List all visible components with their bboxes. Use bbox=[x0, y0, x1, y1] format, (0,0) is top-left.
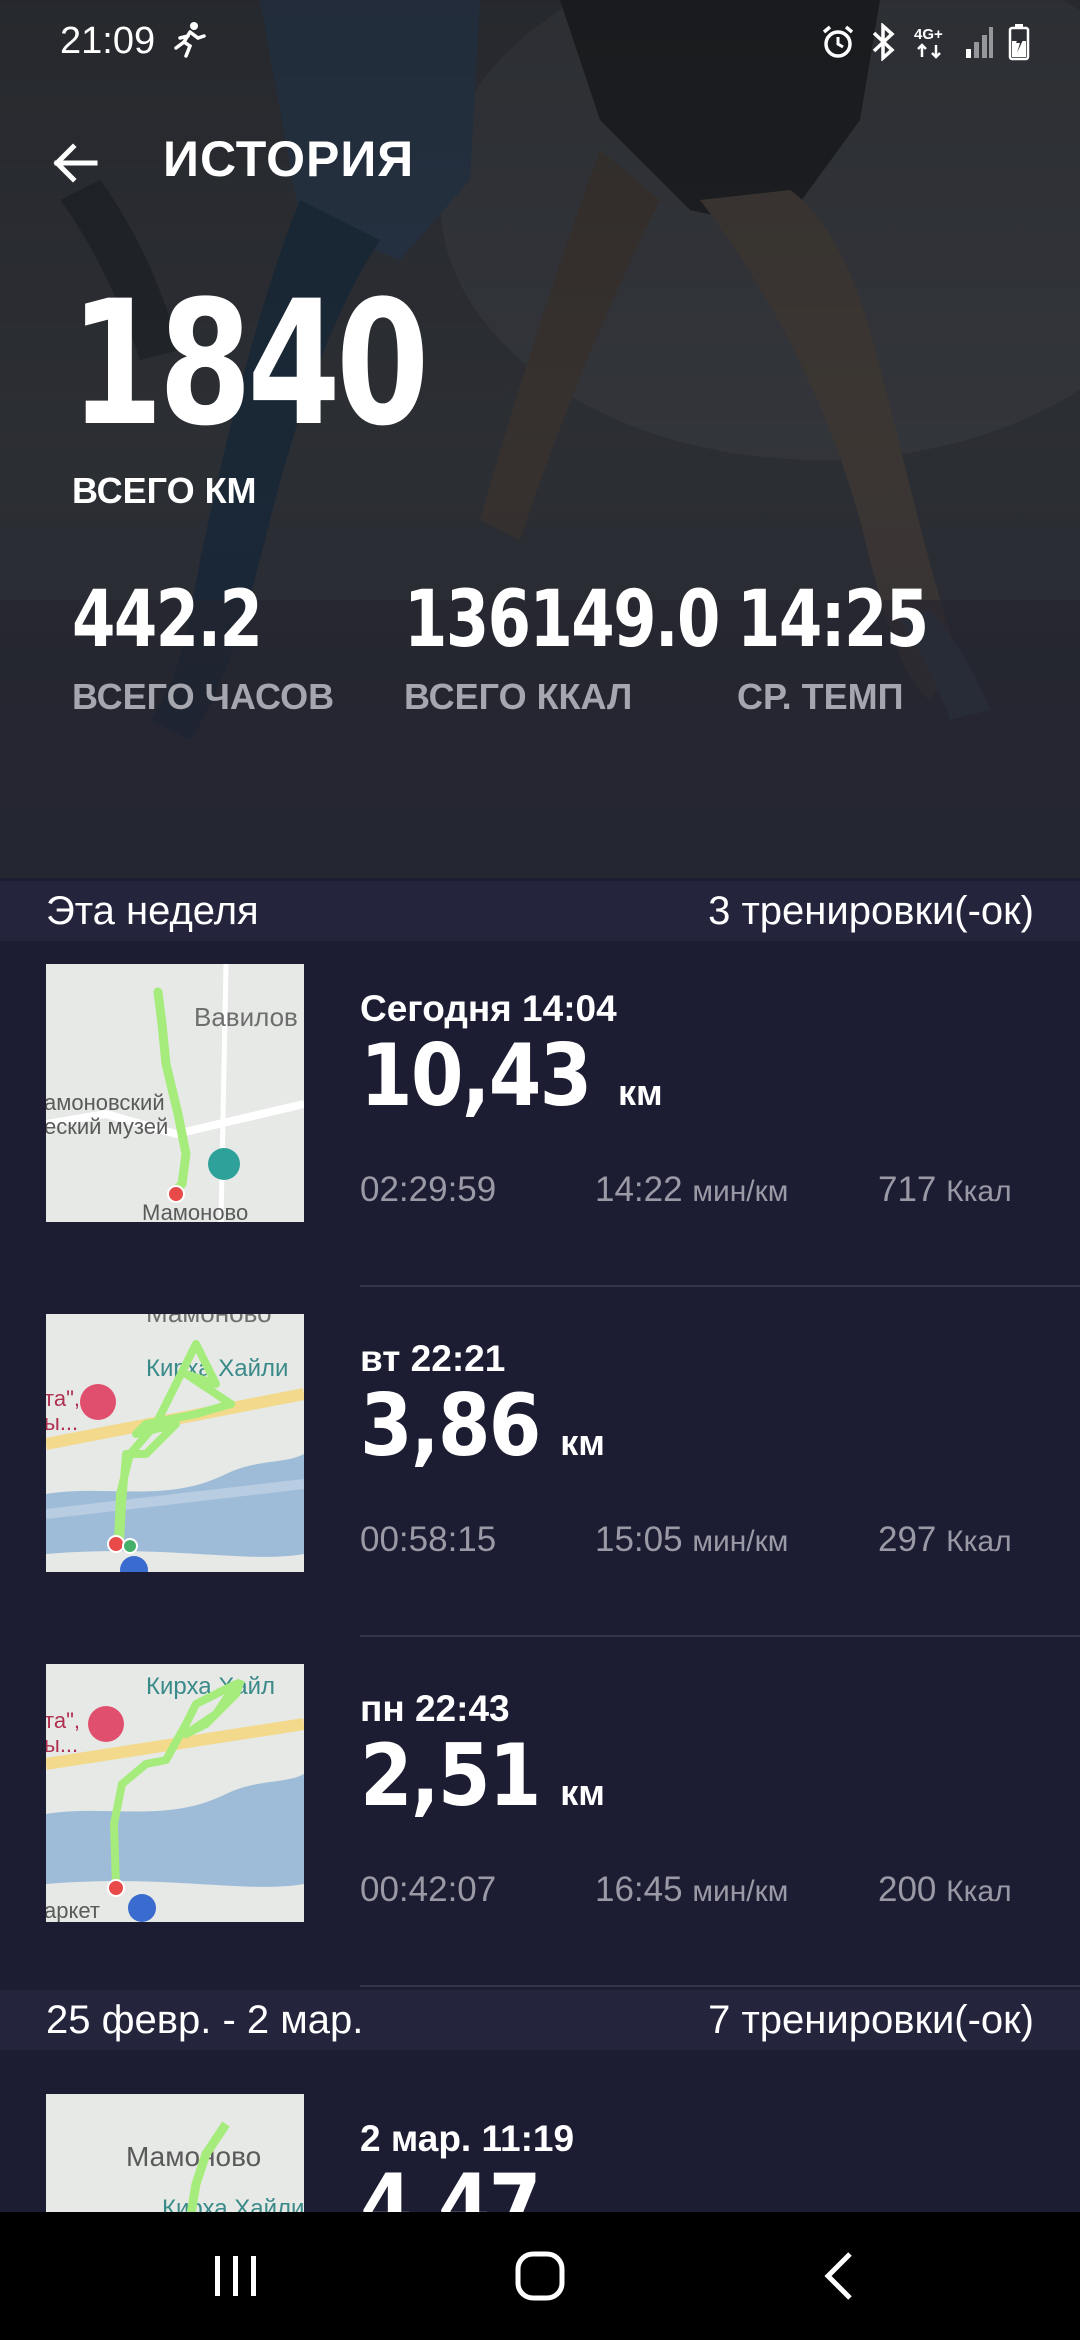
svg-text:4G+: 4G+ bbox=[914, 26, 943, 43]
home-button[interactable] bbox=[480, 2236, 600, 2316]
total-km-value: 1840 bbox=[70, 263, 429, 464]
svg-text:еский музей: еский музей bbox=[46, 1114, 168, 1139]
arrow-left-icon bbox=[53, 143, 98, 183]
recent-apps-icon bbox=[215, 2256, 256, 2296]
home-icon bbox=[515, 2251, 565, 2301]
distance-value: 2,51 bbox=[360, 1726, 541, 1826]
hero-summary: 21:09 4G+ ИСТОРИЯ 1840 ВСЕГО КМ 442.2 ВС… bbox=[0, 0, 1080, 878]
stat-total-hours: 442.2 ВСЕГО ЧАСОВ bbox=[72, 580, 334, 718]
battery-charging-icon bbox=[1008, 24, 1030, 61]
workout-item[interactable]: Кирха Хайл та", ы... аркет пн 22:43 2,51… bbox=[0, 1660, 1080, 2010]
section-title: Эта неделя bbox=[46, 888, 259, 933]
recent-apps-button[interactable] bbox=[176, 2236, 296, 2316]
workout-pace: 15:05 мин/км bbox=[595, 1520, 789, 1559]
alarm-icon bbox=[822, 25, 854, 58]
route-map-thumbnail: Кирха Хайл та", ы... аркет bbox=[46, 1664, 304, 1922]
svg-text:Мамоново: Мамоново bbox=[146, 1314, 272, 1328]
section-count: 3 тренировки(-ок) bbox=[708, 888, 1034, 933]
stat-avg-pace: 14:25 СР. ТЕМП bbox=[737, 580, 975, 718]
distance-unit: км bbox=[560, 1772, 605, 1813]
workout-date: пн 22:43 bbox=[360, 1688, 510, 1729]
svg-text:Мамоново: Мамоново bbox=[126, 2141, 261, 2172]
workout-item[interactable]: Мамоново Кирха Хайлиг 2 мар. 11:19 4,47 … bbox=[0, 2090, 1080, 2212]
section-title: 25 февр. - 2 мар. bbox=[46, 1997, 364, 2042]
workout-distance: 10,43 км bbox=[360, 1026, 663, 1126]
svg-text:ы...: ы... bbox=[46, 1410, 78, 1435]
workout-date: 2 мар. 11:19 bbox=[360, 2118, 575, 2159]
workout-kcal: 297 Ккал bbox=[878, 1520, 1012, 1559]
runner-icon bbox=[174, 22, 206, 58]
distance-unit: км bbox=[560, 2202, 605, 2212]
workout-distance: 3,86 км bbox=[360, 1376, 605, 1476]
back-button[interactable] bbox=[40, 128, 110, 198]
stat-value: 442.2 bbox=[72, 575, 263, 665]
workout-date: Сегодня 14:04 bbox=[360, 988, 617, 1029]
route-map-thumbnail: Мамоново Кирха Хайли та", ы... bbox=[46, 1314, 304, 1572]
signal-icon bbox=[966, 27, 993, 58]
distance-value: 10,43 bbox=[360, 1026, 592, 1126]
status-time: 21:09 bbox=[60, 20, 156, 62]
workout-duration: 00:58:15 bbox=[360, 1520, 497, 1559]
stat-value: 136149.0 bbox=[404, 575, 720, 665]
system-navigation-bar bbox=[0, 2212, 1080, 2340]
route-map-thumbnail: Мамоново Кирха Хайлиг bbox=[46, 2094, 304, 2212]
back-nav-button[interactable] bbox=[780, 2236, 900, 2316]
distance-value: 3,86 bbox=[360, 1376, 541, 1476]
map-label: Вавилов bbox=[194, 1002, 298, 1032]
workout-item[interactable]: Вавилов амоновский еский музей Мамоново … bbox=[0, 960, 1080, 1310]
svg-text:Кирха Хайлиг: Кирха Хайлиг bbox=[162, 2195, 304, 2212]
app-bar: ИСТОРИЯ bbox=[0, 110, 1080, 210]
distance-unit: км bbox=[618, 1072, 663, 1113]
svg-text:Мамоново: Мамоново bbox=[142, 1200, 248, 1222]
divider bbox=[360, 1985, 1080, 1987]
workout-history-list[interactable]: Эта неделя 3 тренировки(-ок) Вавилов амо… bbox=[0, 878, 1080, 2212]
divider bbox=[360, 1285, 1080, 1287]
workout-kcal: 717 Ккал bbox=[878, 1170, 1012, 1209]
svg-text:амоновский: амоновский bbox=[46, 1090, 165, 1115]
section-header-previous-week: 25 февр. - 2 мар. 7 тренировки(-ок) bbox=[0, 1990, 1080, 2050]
workout-kcal: 200 Ккал bbox=[878, 1870, 1012, 1909]
page-title: ИСТОРИЯ bbox=[163, 131, 415, 187]
workout-item[interactable]: Мамоново Кирха Хайли та", ы... вт 22:21 … bbox=[0, 1310, 1080, 1660]
workout-date: вт 22:21 bbox=[360, 1338, 506, 1379]
stat-label: СР. ТЕМП bbox=[737, 676, 904, 717]
section-count: 7 тренировки(-ок) bbox=[708, 1997, 1034, 2042]
stat-label: ВСЕГО ЧАСОВ bbox=[72, 676, 335, 717]
divider bbox=[360, 1635, 1080, 1637]
svg-text:ы...: ы... bbox=[46, 1732, 78, 1757]
workout-distance: 4,47 км bbox=[360, 2156, 605, 2212]
workout-duration: 02:29:59 bbox=[360, 1170, 497, 1209]
section-header-this-week: Эта неделя 3 тренировки(-ок) bbox=[0, 881, 1080, 941]
bluetooth-icon bbox=[872, 23, 895, 61]
svg-text:та",: та", bbox=[46, 1708, 80, 1733]
distance-unit: км bbox=[560, 1422, 605, 1463]
svg-text:та",: та", bbox=[46, 1386, 80, 1411]
workout-pace: 16:45 мин/км bbox=[595, 1870, 789, 1909]
status-bar: 21:09 4G+ bbox=[0, 0, 1080, 84]
status-icons: 4G+ bbox=[820, 22, 1030, 62]
workout-pace: 14:22 мин/км bbox=[595, 1170, 789, 1209]
network-4g-icon: 4G+ bbox=[914, 26, 943, 59]
distance-value: 4,47 bbox=[360, 2156, 541, 2212]
workout-distance: 2,51 км bbox=[360, 1726, 605, 1826]
chevron-left-icon bbox=[824, 2252, 852, 2300]
svg-text:аркет: аркет bbox=[46, 1898, 100, 1922]
total-km-label: ВСЕГО КМ bbox=[72, 470, 257, 511]
stat-value: 14:25 bbox=[737, 575, 929, 665]
workout-duration: 00:42:07 bbox=[360, 1870, 497, 1909]
route-map-thumbnail: Вавилов амоновский еский музей Мамоново bbox=[46, 964, 304, 1222]
